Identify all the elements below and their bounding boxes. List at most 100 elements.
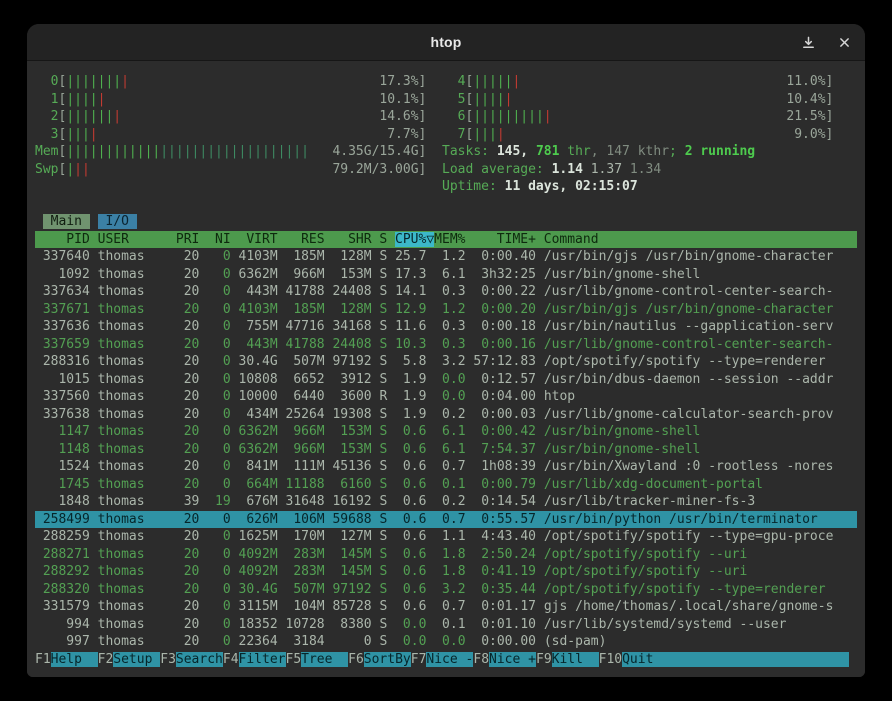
cell-res: 507M bbox=[286, 582, 325, 597]
cell-ni: 0 bbox=[207, 564, 230, 579]
terminal-text bbox=[387, 389, 395, 404]
uptime: 11 days, 02:15:07 bbox=[505, 179, 638, 194]
fkey-f2[interactable]: F2 bbox=[98, 652, 114, 667]
process-row[interactable]: 1848 thomas 39 19 676M 31648 16192 S 0.6… bbox=[35, 493, 857, 511]
cell-virt: 755M bbox=[239, 319, 278, 334]
table-header-row[interactable]: PID USER PRI NI VIRT RES SHR S CPU%▽MEM%… bbox=[35, 231, 857, 249]
tab-main[interactable]: Main bbox=[43, 214, 90, 229]
cell-time: 0:12.57 bbox=[473, 372, 536, 387]
process-row[interactable]: 1092 thomas 20 0 6362M 966M 153M S 17.3 … bbox=[35, 266, 857, 284]
cell-ni: 0 bbox=[207, 284, 230, 299]
process-row[interactable]: 331579 thomas 20 0 3115M 104M 85728 S 0.… bbox=[35, 598, 857, 616]
process-row[interactable]: 337560 thomas 20 0 10000 6440 3600 R 1.9… bbox=[35, 388, 857, 406]
terminal-text bbox=[231, 582, 239, 597]
fkey-label-sortby[interactable]: SortBy bbox=[364, 652, 411, 667]
fkey-f7[interactable]: F7 bbox=[411, 652, 427, 667]
fkey-f8[interactable]: F8 bbox=[473, 652, 489, 667]
cell-pri: 20 bbox=[176, 249, 199, 264]
cell-cpu: 0.6 bbox=[395, 442, 426, 457]
fkey-label-search[interactable]: Search bbox=[176, 652, 223, 667]
cell-pri: 20 bbox=[176, 477, 199, 492]
cell-mem: 1.2 bbox=[434, 249, 465, 264]
download-icon[interactable] bbox=[797, 31, 820, 54]
window-titlebar[interactable]: htop bbox=[27, 24, 865, 61]
tab-io[interactable]: I/O bbox=[98, 214, 137, 229]
terminal-text bbox=[168, 634, 176, 649]
process-row[interactable]: 1524 thomas 20 0 841M 111M 45136 S 0.6 0… bbox=[35, 458, 857, 476]
process-row[interactable]: 337659 thomas 20 0 443M 41788 24408 S 10… bbox=[35, 336, 857, 354]
cell-user: thomas bbox=[98, 529, 168, 544]
cell-user: thomas bbox=[98, 599, 168, 614]
terminal-text bbox=[168, 284, 176, 299]
cell-mem: 0.2 bbox=[434, 407, 465, 422]
cell-pri: 20 bbox=[176, 424, 199, 439]
process-row[interactable]: 288316 thomas 20 0 30.4G 507M 97192 S 5.… bbox=[35, 353, 857, 371]
terminal-text bbox=[536, 267, 544, 282]
fkey-label-nice[interactable]: Nice + bbox=[489, 652, 536, 667]
cell-pid: 1147 bbox=[35, 424, 90, 439]
fkey-f1[interactable]: F1 bbox=[35, 652, 51, 667]
process-row[interactable]: 1015 thomas 20 0 10808 6652 3912 S 1.9 0… bbox=[35, 371, 857, 389]
fkey-f6[interactable]: F6 bbox=[348, 652, 364, 667]
cell-pri: 20 bbox=[176, 337, 199, 352]
fkey-label-kill[interactable]: Kill bbox=[552, 652, 599, 667]
process-row-selected[interactable]: 258499 thomas 20 0 626M 106M 59688 S 0.6… bbox=[35, 511, 857, 529]
terminal-text bbox=[35, 197, 43, 212]
cell-shr: 24408 bbox=[332, 337, 371, 352]
fkey-f3[interactable]: F3 bbox=[160, 652, 176, 667]
htop-terminal[interactable]: 0[|||||||| 17.3%] 4[|||||| 11.0%] 1[||||… bbox=[27, 61, 865, 677]
close-icon[interactable] bbox=[834, 32, 855, 53]
cell-command: /usr/lib/tracker-miner-fs-3 bbox=[544, 494, 849, 509]
function-key-bar[interactable]: F1Help F2Setup F3SearchF4FilterF5Tree F6… bbox=[35, 651, 857, 669]
terminal-text bbox=[231, 442, 239, 457]
memory-meter-bar: ||||||||||||||||||| bbox=[160, 144, 309, 159]
cell-time: 0:01.10 bbox=[473, 617, 536, 632]
load-average: 1.37 bbox=[591, 162, 630, 177]
cell-res: 106M bbox=[286, 512, 325, 527]
terminal-text bbox=[231, 424, 239, 439]
load-average: Load average: bbox=[442, 162, 552, 177]
terminal-text bbox=[278, 442, 286, 457]
fkey-f4[interactable]: F4 bbox=[223, 652, 239, 667]
terminal-text bbox=[278, 302, 286, 317]
cell-cpu: 1.9 bbox=[395, 407, 426, 422]
cell-cpu: 0.6 bbox=[395, 512, 426, 527]
process-row[interactable]: 288259 thomas 20 0 1625M 170M 127M S 0.6… bbox=[35, 528, 857, 546]
process-row[interactable]: 997 thomas 20 0 22364 3184 0 S 0.0 0.0 0… bbox=[35, 633, 857, 651]
fkey-label-tree[interactable]: Tree bbox=[301, 652, 348, 667]
fkey-f9[interactable]: F9 bbox=[536, 652, 552, 667]
cpu-meter-label: 0 bbox=[35, 74, 58, 89]
fkey-label-help[interactable]: Help bbox=[51, 652, 98, 667]
fkey-label-filter[interactable]: Filter bbox=[239, 652, 286, 667]
fkey-f10[interactable]: F10 bbox=[599, 652, 622, 667]
fkey-label-quit[interactable]: Quit bbox=[622, 652, 669, 667]
cell-mem: 0.1 bbox=[434, 617, 465, 632]
terminal-text bbox=[536, 284, 544, 299]
process-row[interactable]: 337634 thomas 20 0 443M 41788 24408 S 14… bbox=[35, 283, 857, 301]
process-row[interactable]: 1147 thomas 20 0 6362M 966M 153M S 0.6 6… bbox=[35, 423, 857, 441]
process-row[interactable]: 337638 thomas 20 0 434M 25264 19308 S 1.… bbox=[35, 406, 857, 424]
fkey-label-nice[interactable]: Nice - bbox=[426, 652, 473, 667]
terminal-text bbox=[278, 337, 286, 352]
fkey-label-setup[interactable]: Setup bbox=[113, 652, 160, 667]
process-row[interactable]: 337640 thomas 20 0 4103M 185M 128M S 25.… bbox=[35, 248, 857, 266]
terminal-text bbox=[168, 547, 176, 562]
terminal-text bbox=[278, 582, 286, 597]
terminal-text bbox=[387, 634, 395, 649]
process-row[interactable]: 994 thomas 20 0 18352 10728 8380 S 0.0 0… bbox=[35, 616, 857, 634]
swap-meter-bar: || bbox=[74, 162, 90, 177]
process-row[interactable]: 288271 thomas 20 0 4092M 283M 145M S 0.6… bbox=[35, 546, 857, 564]
cpu-meter-bar: | bbox=[113, 109, 121, 124]
process-row[interactable]: 1745 thomas 20 0 664M 11188 6160 S 0.6 0… bbox=[35, 476, 857, 494]
cell-virt: 6362M bbox=[239, 424, 278, 439]
process-row[interactable]: 288292 thomas 20 0 4092M 283M 145M S 0.6… bbox=[35, 563, 857, 581]
process-row[interactable]: 337636 thomas 20 0 755M 47716 34168 S 11… bbox=[35, 318, 857, 336]
terminal-text bbox=[168, 407, 176, 422]
fkey-f5[interactable]: F5 bbox=[286, 652, 302, 667]
process-row[interactable]: 1148 thomas 20 0 6362M 966M 153M S 0.6 6… bbox=[35, 441, 857, 459]
process-row[interactable]: 337671 thomas 20 0 4103M 185M 128M S 12.… bbox=[35, 301, 857, 319]
process-row[interactable]: 288320 thomas 20 0 30.4G 507M 97192 S 0.… bbox=[35, 581, 857, 599]
cell-user: thomas bbox=[98, 372, 168, 387]
fkey-bar-fill bbox=[669, 652, 849, 667]
sort-column-header[interactable]: CPU%▽ bbox=[395, 232, 434, 247]
